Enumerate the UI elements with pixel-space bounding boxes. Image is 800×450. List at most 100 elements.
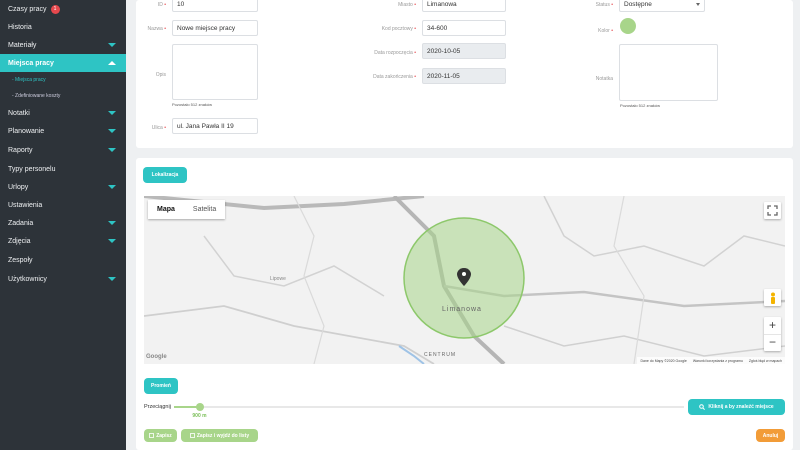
chevron-up-icon <box>108 61 116 65</box>
color-picker-swatch[interactable] <box>620 18 636 34</box>
sidebar-item-label: Ustawienia <box>8 201 43 209</box>
road <box>543 196 785 267</box>
city-label: Miasto • <box>398 2 416 8</box>
chevron-down-icon <box>108 185 116 189</box>
end-date-field: 2020-11-05 <box>422 68 506 84</box>
tab-map[interactable]: Mapa <box>148 200 184 219</box>
sidebar-item-ustawienia[interactable]: Ustawienia <box>0 196 126 214</box>
notes-char-counter: Pozostało 512 znaków <box>620 103 661 108</box>
cancel-button[interactable]: Anuluj <box>756 429 785 442</box>
sidebar-item-raporty[interactable]: Raporty <box>0 141 126 159</box>
zoom-out-button[interactable]: − <box>764 334 781 351</box>
sidebar-item-zdjecia[interactable]: Zdjęcia <box>0 232 126 250</box>
find-place-button[interactable]: Kliknij a by znaleźć miejsce <box>688 399 785 415</box>
id-field[interactable]: 10 <box>172 0 258 12</box>
chevron-down-icon <box>108 221 116 225</box>
map-canvas <box>144 196 785 364</box>
notes-label: Notatka <box>595 76 613 82</box>
road <box>503 325 785 357</box>
sidebar-item-materialy[interactable]: Materiały <box>0 36 126 54</box>
pegman-icon <box>770 292 775 304</box>
location-button[interactable]: Lokalizacja <box>143 167 187 183</box>
id-label: ID • <box>157 2 166 8</box>
save-and-back-button[interactable]: Zapisz i wyjdź do listy <box>181 429 258 442</box>
sidebar-item-notatki[interactable]: Notatki <box>0 104 126 122</box>
map[interactable]: Mapa Satelita Lipowe Limanowa CENTRUM + … <box>144 196 785 364</box>
description-textarea[interactable] <box>172 44 258 100</box>
city-field[interactable]: Limanowa <box>422 0 506 12</box>
map-attribution: Dane do Mapy ©2020 Google Warunki korzys… <box>637 357 785 364</box>
street-label: Ulica • <box>151 125 166 131</box>
sidebar-item-planowanie[interactable]: Planowanie <box>0 122 126 140</box>
details-card: ID • 10 Nazwa • Nowe miejsce pracy Opis … <box>136 0 793 148</box>
sidebar-item-zespoly[interactable]: Zespoły <box>0 251 126 269</box>
sidebar-item-uzytkownicy[interactable]: Użytkownicy <box>0 270 126 288</box>
road <box>203 235 385 297</box>
road <box>144 305 435 364</box>
chevron-down-icon <box>696 3 700 6</box>
save-icon <box>189 433 195 438</box>
radius-slider-handle[interactable] <box>195 403 204 411</box>
fullscreen-icon <box>767 205 778 216</box>
sidebar-item-typy-personelu[interactable]: Typy personelu <box>0 160 126 178</box>
chevron-down-icon <box>108 129 116 133</box>
attribution-data: Dane do Mapy ©2020 Google <box>640 358 687 363</box>
radius-button[interactable]: Promień <box>144 378 178 394</box>
color-label: Kolor • <box>598 28 613 34</box>
sidebar-item-label: Zespoły <box>8 256 33 264</box>
sidebar-item-label: Zadania <box>8 219 34 227</box>
status-select[interactable]: Dostępne <box>619 0 705 12</box>
fullscreen-button[interactable] <box>764 202 781 219</box>
status-label: Status • <box>595 2 613 8</box>
sidebar-item-czasy-pracy[interactable]: Czasy pracy 1 <box>0 0 126 18</box>
zoom-control: + − <box>764 317 781 351</box>
notification-badge: 1 <box>50 4 60 14</box>
radius-slider-track[interactable] <box>174 406 684 408</box>
save-button[interactable]: Zapisz <box>144 429 177 442</box>
zip-field[interactable]: 34-600 <box>422 20 506 36</box>
sidebar-subitem-zdefiniowane-koszty[interactable]: - Zdefiniowane koszty <box>12 93 60 99</box>
end-date-label: Data zakończenia • <box>373 74 416 80</box>
sidebar-item-label: Typy personelu <box>8 165 56 173</box>
district-label-centrum: CENTRUM <box>424 352 456 358</box>
sidebar-item-label: Urlopy <box>8 183 29 191</box>
save-label: Zapisz <box>156 432 172 439</box>
description-label: Opis <box>155 72 166 78</box>
sidebar-item-label: Historia <box>8 23 32 31</box>
sidebar-item-label: Zdjęcia <box>8 237 31 245</box>
pegman-button[interactable] <box>764 289 781 306</box>
chevron-down-icon <box>108 111 116 115</box>
sidebar-item-miejsca-pracy[interactable]: Miejsca pracy <box>0 54 126 72</box>
sidebar-item-label: Użytkownicy <box>8 275 47 283</box>
road <box>613 196 645 364</box>
town-label-limanowa: Limanowa <box>442 306 482 313</box>
sidebar-subitem-miejsca-pracy[interactable]: - Miejsca pracy <box>12 77 46 83</box>
start-date-label: Data rozpoczęcia • <box>374 50 416 56</box>
sidebar-item-historia[interactable]: Historia <box>0 18 126 36</box>
drag-label: Przeciągnij <box>144 404 171 410</box>
town-label-lipowe: Lipowe <box>270 276 286 282</box>
zip-label: Kod pocztowy • <box>381 26 416 32</box>
sidebar-item-label: Miejsca pracy <box>8 59 54 67</box>
find-place-label: Kliknij a by znaleźć miejsce <box>708 404 774 410</box>
notes-textarea[interactable] <box>619 44 718 101</box>
sidebar-item-label: Raporty <box>8 146 33 154</box>
sidebar-item-label: Notatki <box>8 109 30 117</box>
name-field[interactable]: Nowe miejsce pracy <box>172 20 258 36</box>
save-and-back-label: Zapisz i wyjdź do listy <box>196 432 250 439</box>
save-icon <box>149 433 155 438</box>
street-field[interactable]: ul. Jana Pawła II 19 <box>172 118 258 134</box>
google-logo: Google <box>146 354 167 360</box>
sidebar-item-label: Planowanie <box>8 127 45 135</box>
sidebar-item-urlopy[interactable]: Urlopy <box>0 178 126 196</box>
zoom-in-button[interactable]: + <box>764 317 781 334</box>
start-date-field: 2020-10-05 <box>422 43 506 59</box>
radius-value: 900 m <box>192 413 207 419</box>
tab-satellite[interactable]: Satelita <box>184 200 225 219</box>
chevron-down-icon <box>108 277 116 281</box>
attribution-terms-link[interactable]: Warunki korzystania z programu <box>693 359 743 363</box>
search-icon <box>699 404 706 410</box>
sidebar-item-zadania[interactable]: Zadania <box>0 214 126 232</box>
attribution-report-link[interactable]: Zgłoś błąd w mapach <box>749 359 782 363</box>
sidebar-item-label: Czasy pracy <box>8 5 47 13</box>
